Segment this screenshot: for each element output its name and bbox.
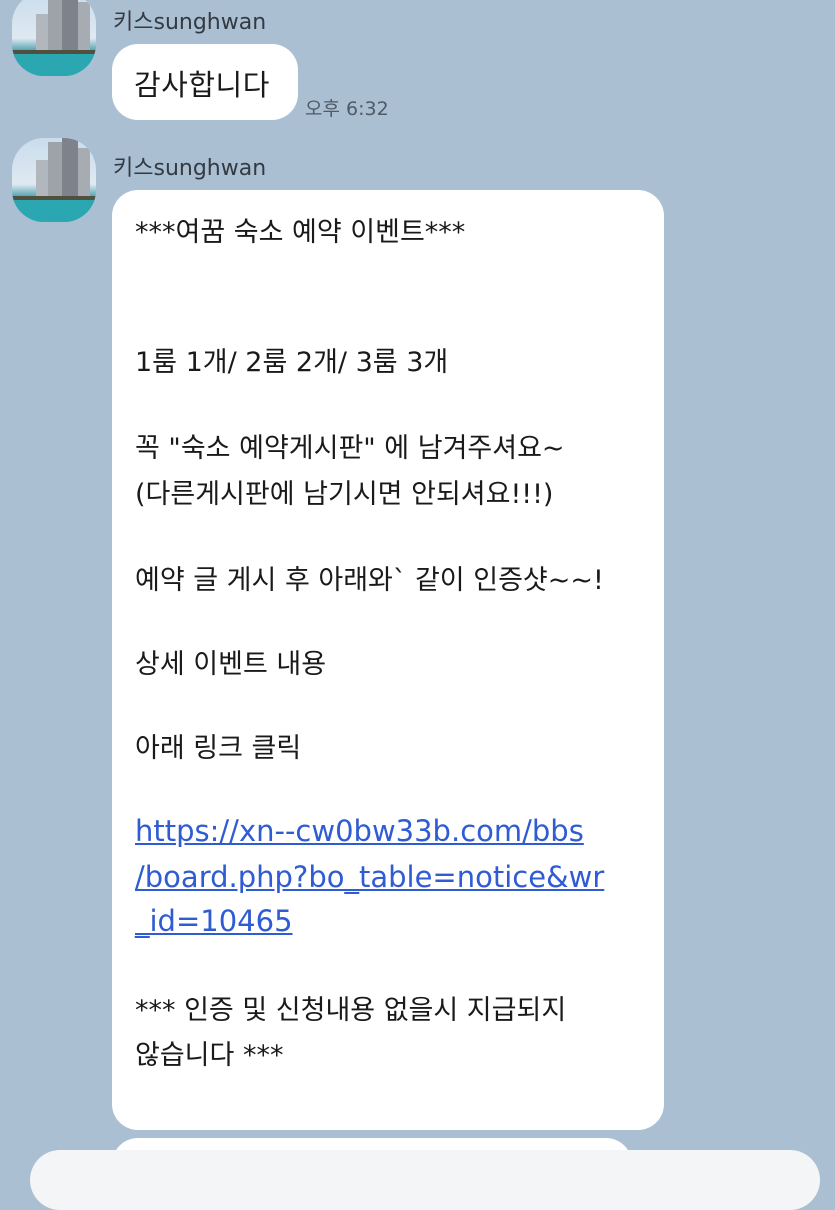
message-time: 오후 6:32 — [305, 98, 389, 120]
message-line: 1룸 1개/ 2룸 2개/ 3룸 3개 — [135, 347, 449, 378]
message-line: 예약 글 게시 후 아래와` 같이 인증샷~~! — [135, 565, 604, 596]
message-line: ***여꿈 숙소 예약 이벤트*** — [135, 217, 466, 248]
avatar-building — [36, 160, 48, 200]
message-input-bar[interactable] — [30, 1150, 820, 1210]
avatar[interactable] — [12, 138, 96, 222]
message-line: 상세 이벤트 내용 — [135, 649, 327, 680]
message-bubble[interactable]: 감사합니다 — [112, 44, 298, 120]
avatar-building — [78, 2, 90, 54]
message-link[interactable]: https://xn--cw0bw33b.com/bbs — [135, 814, 584, 848]
message-line: 않습니다 *** — [135, 1040, 284, 1071]
avatar-building — [62, 0, 78, 54]
avatar-building — [36, 14, 48, 54]
avatar-building — [62, 138, 78, 200]
message-line: (다른게시판에 남기시면 안되셔요!!!) — [135, 479, 554, 510]
message-bubble[interactable]: ***여꿈 숙소 예약 이벤트*** 1룸 1개/ 2룸 2개/ 3룸 3개 꼭… — [112, 190, 664, 1130]
message-line: *** 인증 및 신청내용 없을시 지급되지 — [135, 995, 567, 1026]
avatar[interactable] — [12, 0, 96, 76]
sender-name: 키스sunghwan — [113, 156, 267, 181]
message-line: 아래 링크 클릭 — [135, 733, 302, 764]
avatar-building — [48, 142, 62, 200]
avatar-pool — [12, 54, 96, 76]
sender-name: 키스sunghwan — [113, 10, 267, 35]
avatar-building — [78, 148, 90, 200]
avatar-building — [48, 0, 62, 54]
message-link[interactable]: /board.php?bo_table=notice&wr — [135, 860, 604, 894]
message-text: 감사합니다 — [134, 68, 270, 102]
message-link[interactable]: _id=10465 — [135, 904, 293, 938]
avatar-pool — [12, 200, 96, 222]
message-line: 꼭 "숙소 예약게시판" 에 남겨주셔요~ — [135, 433, 565, 464]
